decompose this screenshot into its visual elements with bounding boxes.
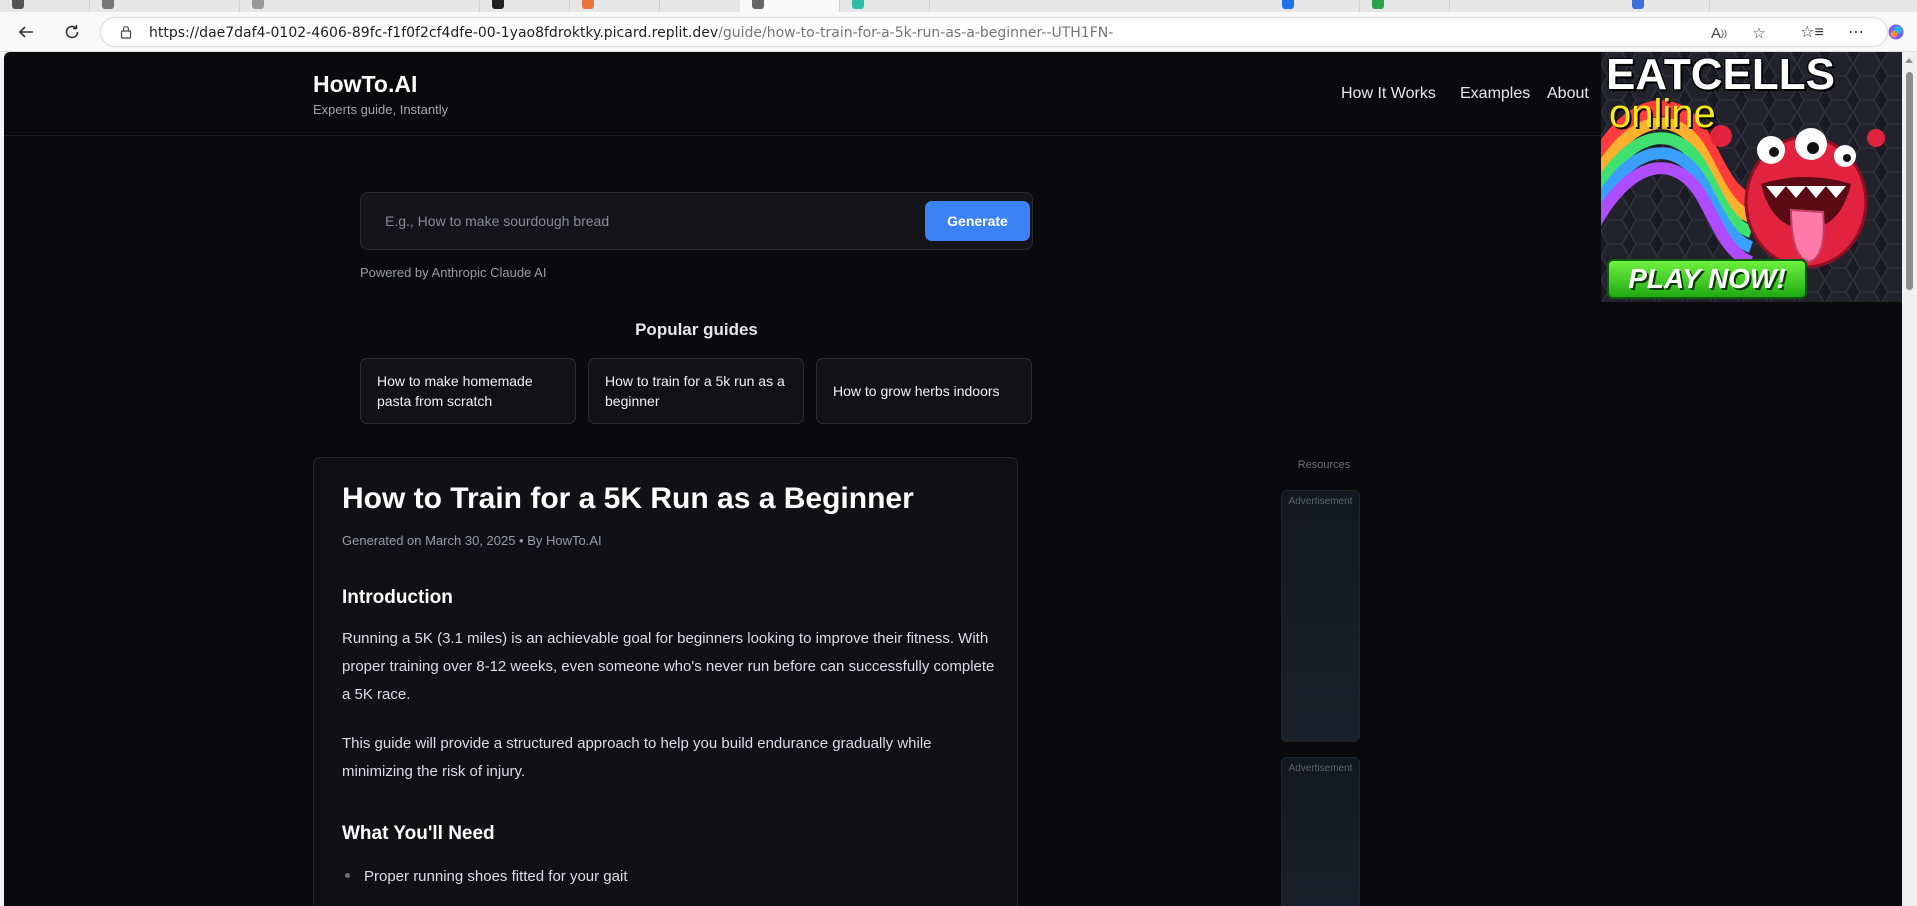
tab-favicon-icon — [252, 0, 264, 9]
browser-tab[interactable] — [570, 0, 660, 12]
favorite-star-icon[interactable]: ☆ — [1749, 23, 1769, 43]
game-ad-banner[interactable]: EATCELLS online PLAY NOW! — [1601, 52, 1902, 302]
site-tagline: Experts guide, Instantly — [313, 102, 449, 117]
browser-toolbar: https://dae7daf4-0102-4606-89fc-f1f0f2cf… — [0, 12, 1917, 52]
popular-guide-card[interactable]: How to train for a 5k run as a beginner — [588, 358, 804, 424]
scrollbar-thumb[interactable] — [1906, 72, 1913, 290]
article-meta: Generated on March 30, 2025 • By HowTo.A… — [342, 533, 602, 548]
browser-tab[interactable] — [1270, 0, 1360, 12]
url-host: https://dae7daf4-0102-4606-89fc-f1f0f2cf… — [149, 25, 719, 41]
browser-tab[interactable] — [1620, 0, 1710, 12]
browser-tab[interactable] — [0, 0, 90, 12]
resources-label: Resources — [1297, 459, 1351, 471]
address-bar[interactable]: https://dae7daf4-0102-4606-89fc-f1f0f2cf… — [100, 17, 1888, 47]
browser-tab[interactable] — [240, 0, 480, 12]
url-path: /guide/how-to-train-for-a-5k-run-as-a-be… — [718, 25, 1114, 41]
popular-guide-card[interactable]: How to grow herbs indoors — [816, 358, 1032, 424]
tab-favicon-icon — [582, 0, 594, 9]
tab-favicon-icon — [1632, 0, 1644, 9]
back-arrow-icon[interactable] — [14, 20, 38, 44]
advertisement-slot[interactable]: Advertisement — [1281, 490, 1360, 742]
play-now-button[interactable]: PLAY NOW! — [1607, 259, 1807, 299]
generate-button[interactable]: Generate — [925, 201, 1030, 241]
browser-tab[interactable] — [480, 0, 570, 12]
more-menu-icon[interactable]: ⋯ — [1845, 21, 1867, 43]
tab-favicon-icon — [752, 0, 764, 9]
nav-examples[interactable]: Examples — [1460, 85, 1530, 103]
list-item: Proper running shoes fitted for your gai… — [342, 868, 627, 885]
browser-tab[interactable] — [90, 0, 240, 12]
tab-favicon-icon — [12, 0, 24, 9]
page-scrollbar[interactable] — [1902, 52, 1917, 906]
browser-tab[interactable] — [1360, 0, 1450, 12]
powered-by-text: Powered by Anthropic Claude AI — [360, 265, 547, 280]
list-item-text: Proper running shoes fitted for your gai… — [364, 868, 628, 885]
game-ad-subtitle: online — [1609, 92, 1716, 136]
article-paragraph: This guide will provide a structured app… — [342, 735, 932, 780]
nav-about[interactable]: About — [1547, 85, 1589, 103]
tab-strip — [0, 0, 1917, 12]
advertisement-label: Advertisement — [1288, 763, 1353, 774]
favorites-list-icon[interactable]: ☆≡ — [1800, 21, 1824, 43]
url-text[interactable]: https://dae7daf4-0102-4606-89fc-f1f0f2cf… — [149, 25, 1113, 41]
advertisement-slot[interactable]: Advertisement — [1281, 757, 1360, 906]
nav-how-it-works[interactable]: How It Works — [1341, 85, 1436, 103]
article-title: How to Train for a 5K Run as a Beginner — [342, 482, 914, 515]
search-input[interactable] — [362, 194, 902, 248]
article-paragraph: Running a 5K (3.1 miles) is an achievabl… — [342, 630, 995, 703]
copilot-icon[interactable] — [1885, 21, 1907, 43]
browser-tab[interactable] — [840, 0, 930, 12]
tab-favicon-icon — [102, 0, 114, 9]
tab-favicon-icon — [852, 0, 864, 9]
section-heading-introduction: Introduction — [342, 587, 453, 608]
refresh-icon[interactable] — [60, 20, 84, 44]
popular-guides-title: Popular guides — [635, 320, 758, 339]
scroll-up-arrow-icon[interactable] — [1905, 58, 1913, 63]
tab-favicon-icon — [1282, 0, 1294, 9]
guide-article: How to Train for a 5K Run as a Beginner … — [313, 457, 1018, 906]
bullet-icon — [345, 873, 350, 878]
tab-favicon-icon — [492, 0, 504, 9]
popular-guide-card[interactable]: How to make homemade pasta from scratch — [360, 358, 576, 424]
tab-favicon-icon — [1372, 0, 1384, 9]
read-aloud-icon[interactable]: A)) — [1709, 23, 1729, 43]
site-logo[interactable]: HowTo.AI — [313, 71, 417, 98]
advertisement-label: Advertisement — [1288, 496, 1353, 507]
section-heading-what-youll-need: What You'll Need — [342, 823, 495, 844]
browser-tab-active[interactable] — [740, 0, 840, 12]
page-viewport: HowTo.AI Experts guide, Instantly How It… — [4, 52, 1902, 906]
lock-icon[interactable] — [119, 25, 133, 39]
search-form: Generate — [360, 192, 1033, 250]
